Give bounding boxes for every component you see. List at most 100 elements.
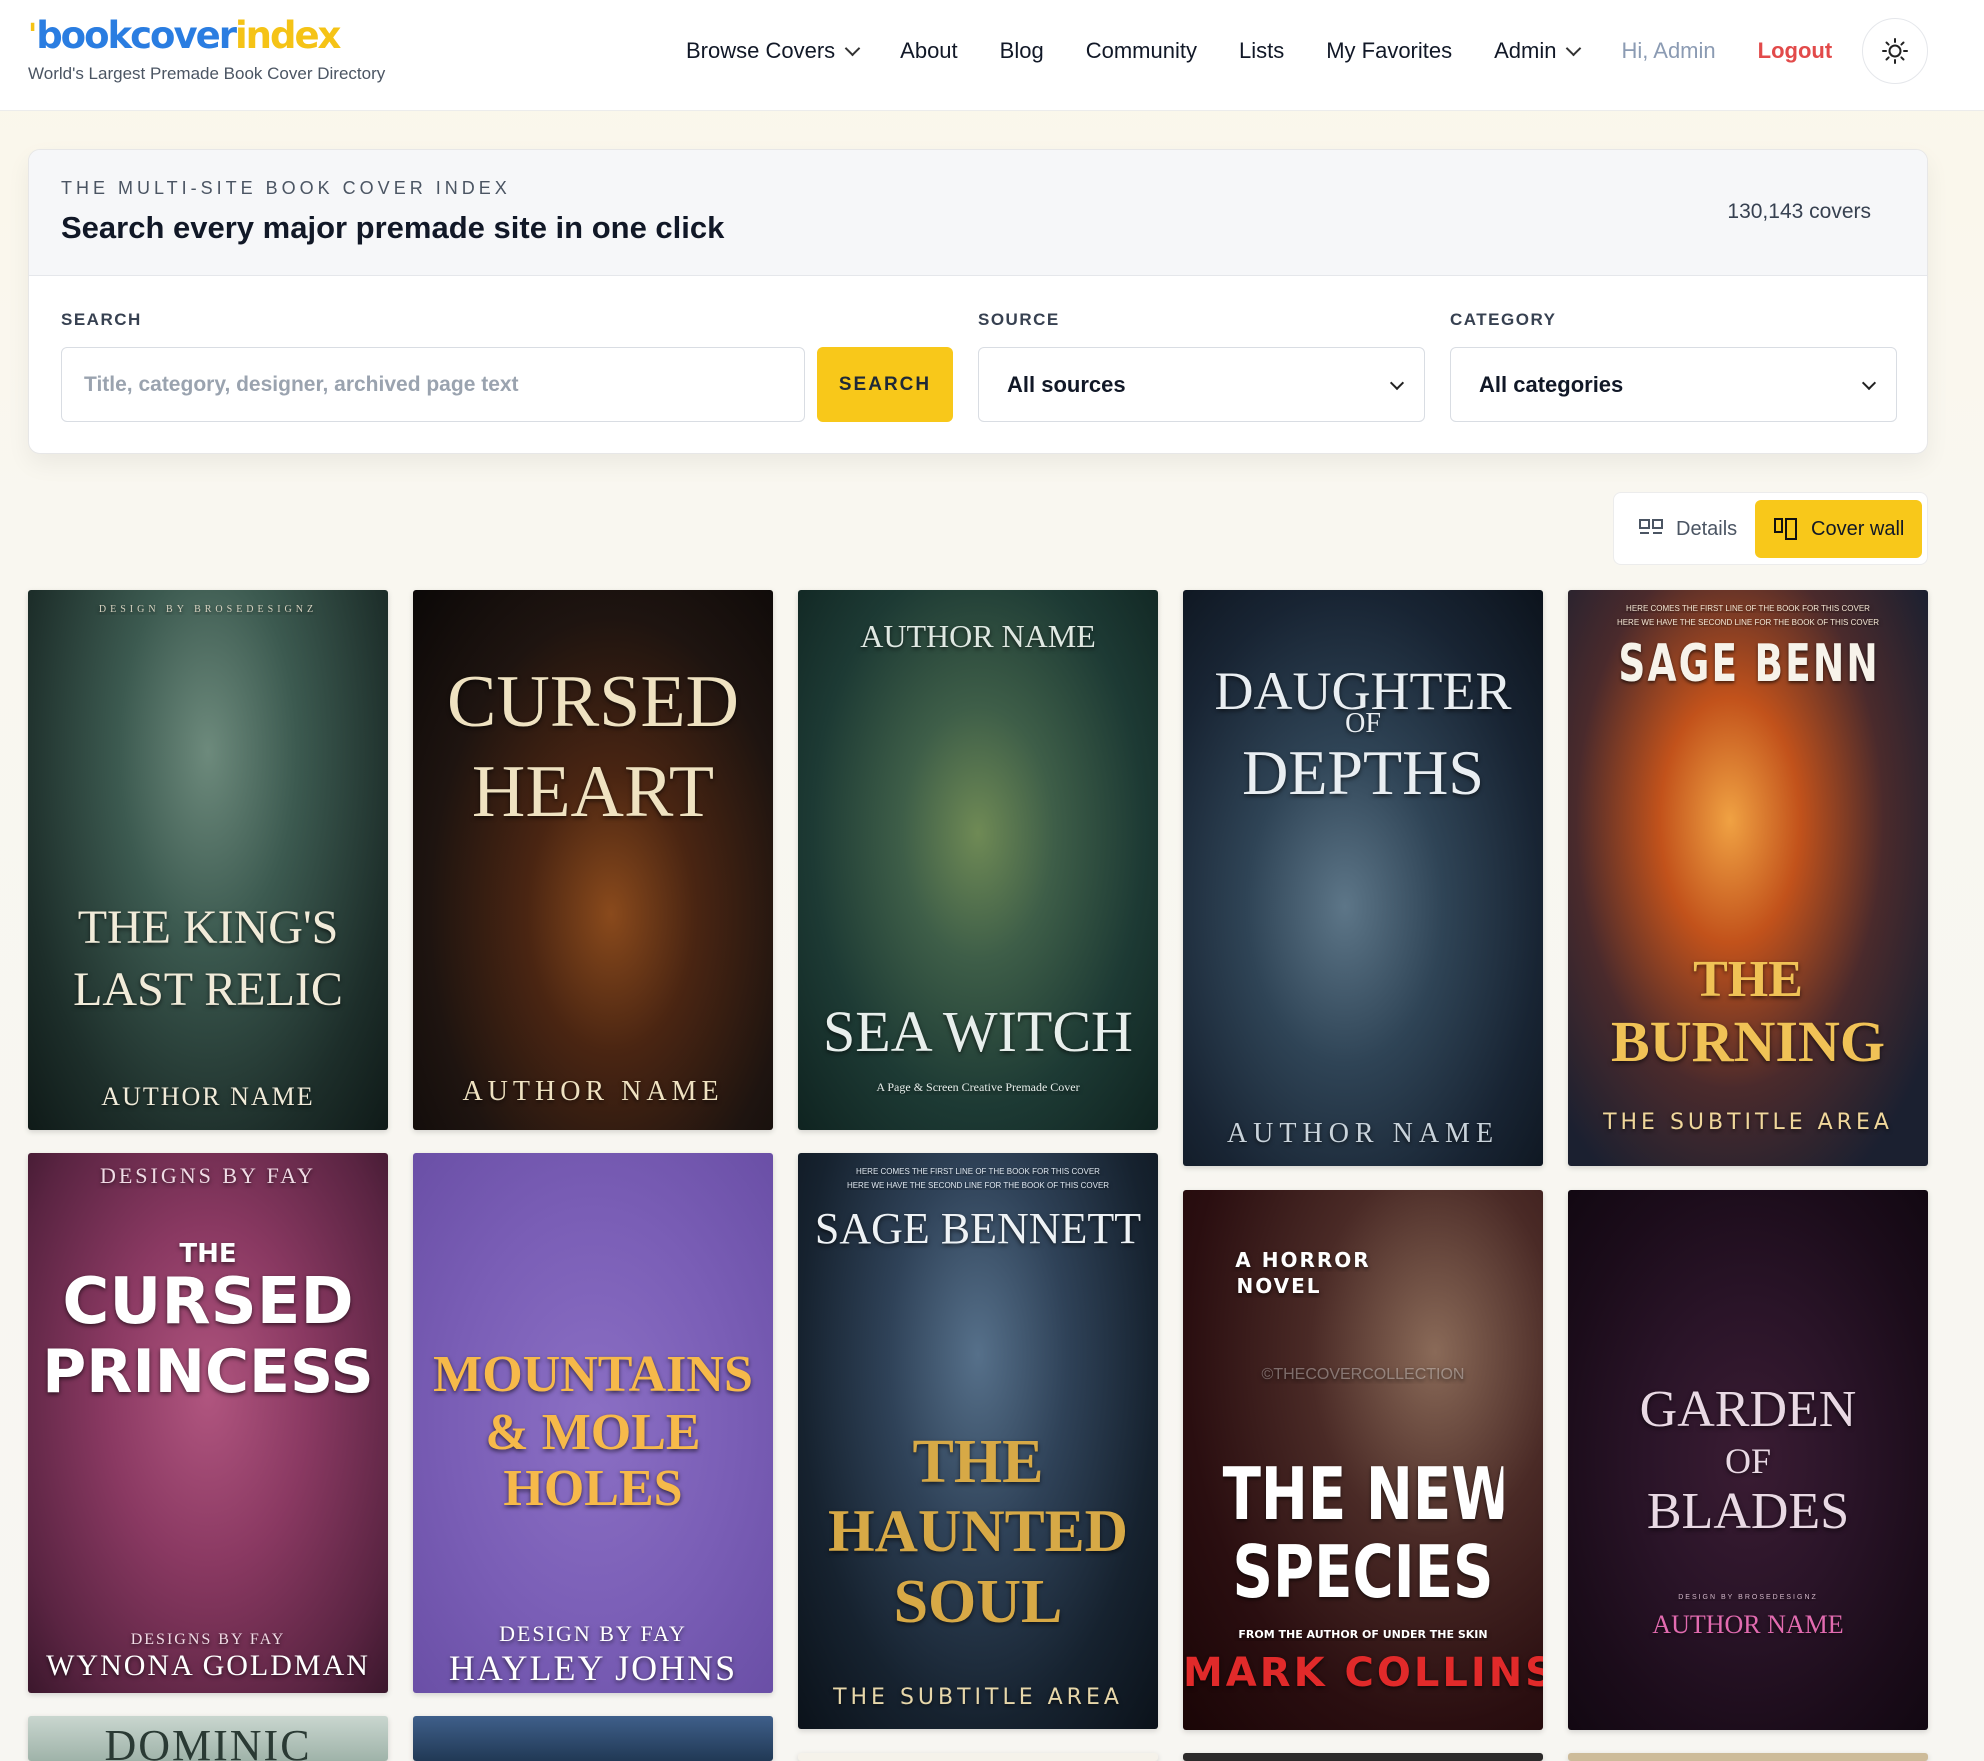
- cover-author: AUTHOR NAME: [462, 1076, 724, 1107]
- cover-genre: A HORROR: [1235, 1248, 1371, 1272]
- nav-community[interactable]: Community: [1086, 38, 1197, 64]
- view-toggle: Details Cover wall: [1613, 492, 1928, 565]
- chevron-down-icon: [1566, 40, 1582, 56]
- nav-my-favorites[interactable]: My Favorites: [1326, 38, 1452, 64]
- book-cover-card[interactable]: [1183, 1753, 1543, 1761]
- cover-title: BLADES: [1646, 1483, 1850, 1540]
- cover-count: 130,143 covers: [1727, 200, 1871, 223]
- book-cover-card[interactable]: DESIGN BY BROSEDESIGNZ THE KING'S LAST R…: [28, 590, 388, 1130]
- search-input[interactable]: [61, 347, 805, 422]
- cover-title: SEA WITCH: [823, 999, 1133, 1064]
- cover-author: AUTHOR NAME: [860, 618, 1096, 654]
- cover-author: WYNONA GOLDMAN: [46, 1649, 370, 1682]
- category-label: CATEGORY: [1450, 310, 1557, 329]
- nav-browse-covers[interactable]: Browse Covers: [686, 38, 861, 64]
- book-cover-card[interactable]: [798, 1753, 1158, 1761]
- cover-tagline: HERE COMES THE FIRST LINE OF THE BOOK FO…: [856, 1167, 1100, 1176]
- source-selected: All sources: [1007, 371, 1126, 397]
- book-cover-card[interactable]: [1568, 1753, 1928, 1761]
- cover-title: CURSED: [447, 661, 739, 743]
- category-selected: All categories: [1479, 371, 1624, 397]
- cover-subtitle: THE SUBTITLE AREA: [833, 1685, 1123, 1710]
- nav-admin-label: Admin: [1494, 38, 1557, 63]
- search-button[interactable]: SEARCH: [817, 347, 953, 422]
- book-cover-card[interactable]: HERE COMES THE FIRST LINE OF THE BOOK FO…: [1568, 590, 1928, 1166]
- cover-title: THE: [1693, 951, 1803, 1008]
- nav-admin[interactable]: Admin: [1494, 38, 1582, 64]
- details-view-button[interactable]: Details: [1638, 509, 1737, 549]
- cover-author: SAGE BENNETT: [1618, 634, 1878, 694]
- logout-link[interactable]: Logout: [1758, 38, 1833, 64]
- cover-title: MOUNTAINS: [433, 1346, 753, 1403]
- book-cover-card[interactable]: DAUGHTER OF DEPTHS AUTHOR NAME: [1183, 590, 1543, 1166]
- cover-title: DEPTHS: [1242, 737, 1484, 808]
- cover-designer-credit: DESIGNS BY FAY: [130, 1631, 286, 1648]
- cover-author: SAGE BENNETT: [814, 1204, 1142, 1253]
- cover-author: DOMINIC: [104, 1721, 312, 1761]
- cover-watermark: ©THECOVERCOLLECTION: [1261, 1366, 1465, 1383]
- book-cover-card[interactable]: DOMINIC: [28, 1716, 388, 1761]
- category-select[interactable]: All categories: [1450, 347, 1897, 422]
- nav-blog[interactable]: Blog: [1000, 38, 1044, 64]
- book-cover-card[interactable]: AUTHOR NAME SEA WITCH A Page & Screen Cr…: [798, 590, 1158, 1130]
- cover-subtitle: THE SUBTITLE AREA: [1603, 1110, 1893, 1135]
- cover-author: MARK COLLINS: [1183, 1650, 1543, 1696]
- cover-title: THE KING'S: [77, 901, 339, 954]
- book-cover-card[interactable]: A HORROR NOVEL ©THECOVERCOLLECTION THE N…: [1183, 1190, 1543, 1730]
- book-cover-card[interactable]: DESIGNS BY FAY THE CURSED PRINCESS DESIG…: [28, 1153, 388, 1693]
- cover-designer-credit: DESIGN BY FAY: [499, 1621, 687, 1646]
- cover-credit: A Page & Screen Creative Premade Cover: [876, 1080, 1080, 1094]
- logo-tagline: World's Largest Premade Book Cover Direc…: [28, 64, 386, 83]
- cover-author: AUTHOR NAME: [1226, 1118, 1500, 1149]
- source-select[interactable]: All sources: [978, 347, 1425, 422]
- cover-title: SOUL: [893, 1568, 1063, 1636]
- cover-wall-view-button[interactable]: Cover wall: [1755, 500, 1922, 558]
- chevron-down-icon: [1861, 375, 1877, 391]
- cover-title: SPECIES: [1232, 1530, 1494, 1614]
- cover-title: HAUNTED: [827, 1498, 1129, 1564]
- cover-tagline: HERE WE HAVE THE SECOND LINE FOR THE BOO…: [846, 1181, 1110, 1190]
- main-nav: Browse Covers About Blog Community Lists…: [686, 30, 1852, 72]
- chevron-down-icon: [1389, 375, 1405, 391]
- site-logo[interactable]: 'bookcoverindex World's Largest Premade …: [28, 16, 385, 84]
- logo-part-index: index: [234, 14, 341, 57]
- chevron-down-icon: [844, 40, 861, 56]
- search-panel-header: THE MULTI-SITE BOOK COVER INDEX Search e…: [29, 150, 1927, 276]
- cover-genre: NOVEL: [1236, 1274, 1322, 1298]
- nav-about[interactable]: About: [900, 38, 958, 64]
- book-cover-card[interactable]: HERE COMES THE FIRST LINE OF THE BOOK FO…: [798, 1153, 1158, 1729]
- cover-tagline: HERE WE HAVE THE SECOND LINE FOR THE BOO…: [1616, 618, 1880, 627]
- cover-title: GARDEN: [1639, 1381, 1857, 1438]
- logo-part-book: book: [36, 14, 132, 57]
- cover-title: PRINCESS: [42, 1337, 374, 1407]
- cover-author: AUTHOR NAME: [1652, 1610, 1844, 1639]
- cover-title: HOLES: [503, 1460, 683, 1517]
- cover-author: HAYLEY JOHNS: [448, 1648, 738, 1688]
- search-label: SEARCH: [61, 310, 142, 329]
- cover-title: BURNING: [1611, 1009, 1885, 1074]
- cover-title: THE NEW: [1222, 1452, 1504, 1536]
- nav-lists[interactable]: Lists: [1239, 38, 1284, 64]
- sun-icon: [1882, 38, 1908, 64]
- search-panel: THE MULTI-SITE BOOK COVER INDEX Search e…: [28, 149, 1928, 454]
- cover-designer-credit: DESIGN BY BROSEDESIGNZ: [98, 604, 318, 615]
- cover-wall-icon: [1774, 518, 1797, 540]
- cover-title: OF: [1724, 1441, 1772, 1481]
- cover-designer-credit: DESIGN BY BROSEDESIGNZ: [1678, 1594, 1818, 1601]
- user-greeting: Hi, Admin: [1621, 38, 1716, 63]
- page-title: Search every major premade site in one c…: [61, 210, 725, 245]
- cover-designer-credit: DESIGNS BY FAY: [99, 1163, 316, 1188]
- cover-title: CURSED: [62, 1265, 354, 1339]
- cover-title: LAST RELIC: [73, 963, 343, 1016]
- cover-title: HEART: [471, 751, 715, 833]
- details-view-label: Details: [1676, 517, 1738, 540]
- logo-wordmark: 'bookcoverindex: [28, 14, 341, 57]
- panel-eyebrow: THE MULTI-SITE BOOK COVER INDEX: [61, 178, 511, 198]
- cover-wall-view-label: Cover wall: [1811, 517, 1905, 540]
- book-cover-card[interactable]: MOUNTAINS & MOLE HOLES DESIGN BY FAY HAY…: [413, 1153, 773, 1693]
- source-label: SOURCE: [978, 310, 1060, 329]
- book-cover-card[interactable]: [413, 1716, 773, 1761]
- theme-toggle-button[interactable]: [1862, 18, 1928, 84]
- book-cover-card[interactable]: CURSED HEART AUTHOR NAME: [413, 590, 773, 1130]
- book-cover-card[interactable]: GARDEN OF BLADES DESIGN BY BROSEDESIGNZ …: [1568, 1190, 1928, 1730]
